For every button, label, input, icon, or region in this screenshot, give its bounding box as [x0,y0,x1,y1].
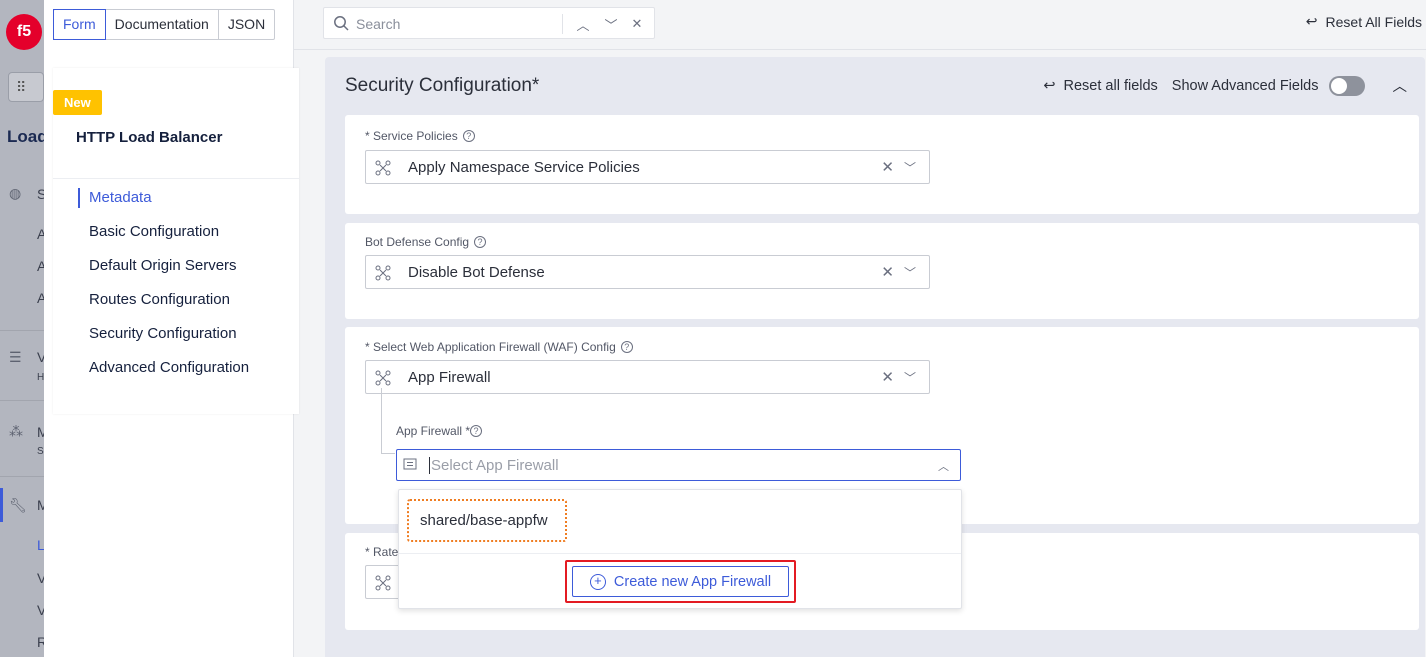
outline-item-metadata[interactable]: Metadata [78,188,249,208]
outline-item-advanced-configuration[interactable]: Advanced Configuration [78,358,249,392]
search-icon [334,16,349,31]
app-firewall-label: App Firewall * [396,424,471,438]
help-icon[interactable]: ? [470,425,483,437]
dropdown-option[interactable]: shared/base-appfw [407,499,567,542]
show-advanced-label: Show Advanced Fields [1171,77,1319,94]
selected-value: App Firewall [408,369,491,386]
undo-icon: ↩ [1305,13,1318,29]
create-new-app-firewall-button[interactable]: + Create new App Firewall [572,566,789,597]
field-label: App Firewall * ? [396,424,483,438]
waf-label: * Select Web Application Firewall (WAF) … [365,340,616,354]
create-label: Create new App Firewall [613,573,772,590]
nav-section-label: Load [7,127,48,146]
object-title: HTTP Load Balancer [76,129,223,146]
chevron-down-icon[interactable]: ﹀ [904,159,916,176]
outline-item-basic-configuration[interactable]: Basic Configuration [78,222,249,256]
chevron-up-icon[interactable]: ︿ [572,13,594,35]
clear-icon[interactable]: ✕ [881,263,894,281]
selected-value: Disable Bot Defense [408,264,545,281]
reset-all-fields-button[interactable]: ↩ Reset All Fields [1306,13,1422,30]
service-policies-card: * Service Policies ? Apply Namespace Ser… [345,115,1419,214]
toolbar-divider [294,49,1426,50]
section-title: Security Configuration* [345,75,540,96]
choice-icon [375,370,391,386]
active-indicator [0,488,3,522]
app-firewall-select[interactable]: Select App Firewall ︿ [396,449,961,481]
clear-icon[interactable]: ✕ [881,368,894,386]
form-outline-card: New HTTP Load Balancer Metadata Basic Co… [53,68,299,414]
apps-grid-icon[interactable]: ⠿ [8,72,44,102]
new-badge: New [53,90,102,115]
close-icon[interactable]: ✕ [626,13,648,35]
server-icon: ☰ [9,349,22,365]
f5-logo: f5 [6,14,42,50]
field-label: * Rate [365,545,398,559]
wrench-icon: 🔧︎ [9,497,27,513]
help-icon[interactable]: ? [462,130,475,142]
undo-icon: ↩ [1043,77,1056,94]
clear-icon[interactable]: ✕ [881,158,894,176]
outline-item-default-origin-servers[interactable]: Default Origin Servers [78,256,249,290]
nav-divider [0,330,44,331]
divider [53,178,299,179]
reset-all-fields-label: Reset All Fields [1325,13,1422,30]
chevron-up-icon[interactable]: ︿ [1393,75,1408,96]
bot-defense-label: Bot Defense Config [365,235,470,249]
outline-item-routes-configuration[interactable]: Routes Configuration [78,290,249,324]
tab-documentation[interactable]: Documentation [106,10,219,39]
app-navigation: f5 ⠿ Load ◍ S A A A ☰ V H ⁂ M S 🔧︎ M L V… [0,0,49,657]
bot-defense-card: Bot Defense Config ? Disable Bot Defense… [345,223,1419,319]
plus-circle-icon: + [589,573,606,590]
field-label: * Service Policies ? [365,129,475,143]
divider [562,14,563,34]
highlight-frame: + Create new App Firewall [565,560,796,603]
rate-label: * Rate [365,545,399,559]
waf-config-select[interactable]: App Firewall ✕ ﹀ [365,360,930,394]
tab-json[interactable]: JSON [219,10,274,39]
chevron-down-icon[interactable]: ﹀ [600,13,622,35]
tree-line [381,453,395,454]
show-advanced-toggle[interactable] [1328,75,1365,96]
help-icon[interactable]: ? [474,236,487,248]
bot-defense-select[interactable]: Disable Bot Defense ✕ ﹀ [365,255,930,289]
app-firewall-placeholder: Select App Firewall [429,457,559,474]
network-icon: ⁂ [9,423,23,439]
chevron-up-icon[interactable]: ︿ [938,458,949,474]
object-ref-icon [403,458,417,470]
search-input[interactable] [356,13,556,35]
field-label: Bot Defense Config ? [365,235,487,249]
help-icon[interactable]: ? [620,341,633,353]
reset-label: Reset all fields [1063,77,1158,94]
app-firewall-dropdown: shared/base-appfw + Create new App Firew… [398,489,962,609]
search-box: ︿ ﹀ ✕ [323,7,655,39]
divider [399,553,961,554]
field-label: * Select Web Application Firewall (WAF) … [365,340,633,354]
choice-icon [375,575,391,591]
outline-item-security-configuration[interactable]: Security Configuration [78,324,249,358]
globe-icon: ◍ [9,185,22,201]
tree-line [381,388,382,453]
selected-value: Apply Namespace Service Policies [408,159,640,176]
tab-form[interactable]: Form [53,9,106,40]
service-policies-select[interactable]: Apply Namespace Service Policies ✕ ﹀ [365,150,930,184]
chevron-down-icon[interactable]: ﹀ [904,369,916,386]
section-actions: ↩ Reset all fields Show Advanced Fields … [1043,75,1407,96]
view-tabs: Form Documentation JSON [53,9,276,40]
form-sidebar: Form Documentation JSON New HTTP Load Ba… [44,0,299,657]
nav-divider [0,476,44,477]
nav-divider [0,400,44,401]
service-policies-label: * Service Policies [365,129,458,143]
choice-icon [375,265,391,281]
nav-item-sub: S [37,446,44,457]
choice-icon [375,160,391,176]
chevron-down-icon[interactable]: ﹀ [904,264,916,281]
form-outline: Metadata Basic Configuration Default Ori… [78,188,249,392]
reset-all-fields-link[interactable]: ↩ Reset all fields [1043,78,1157,94]
